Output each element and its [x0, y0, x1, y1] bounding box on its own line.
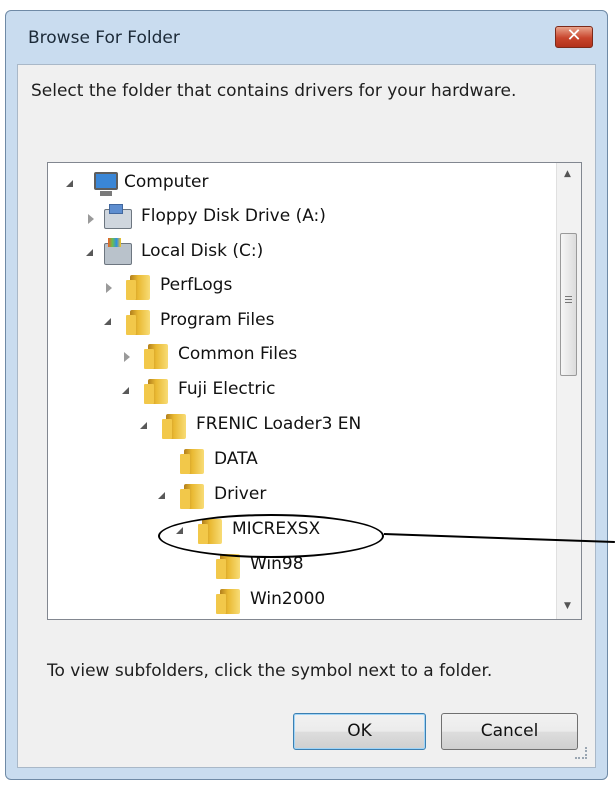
- tree-item-label: Local Disk (C:): [141, 241, 264, 261]
- hint-text: To view subfolders, click the symbol nex…: [47, 661, 493, 681]
- floppy-drive-icon: [104, 204, 132, 229]
- callout-ellipse: [158, 514, 384, 558]
- collapse-arrow-icon[interactable]: [88, 214, 94, 224]
- collapse-arrow-icon[interactable]: [124, 352, 130, 362]
- folder-icon: [162, 414, 186, 439]
- tree-item-label: Common Files: [178, 344, 298, 364]
- tree-item-label: Fuji Electric: [178, 379, 276, 399]
- folder-icon: [126, 275, 150, 300]
- grip-icon: [565, 296, 572, 297]
- tree-item-label: Program Files: [160, 310, 275, 330]
- tree-item-label: Driver: [214, 484, 267, 504]
- expand-arrow-icon[interactable]: [158, 492, 165, 499]
- cancel-button[interactable]: Cancel: [441, 713, 578, 750]
- folder-icon: [126, 310, 150, 335]
- expand-arrow-icon[interactable]: [66, 180, 73, 187]
- scrollbar-thumb[interactable]: [560, 233, 577, 376]
- title-bar[interactable]: Browse For Folder ✕: [6, 11, 607, 61]
- expand-arrow-icon[interactable]: [140, 422, 147, 429]
- tree-item-label: Floppy Disk Drive (A:): [141, 206, 326, 226]
- close-icon: ✕: [566, 25, 582, 46]
- expand-arrow-icon[interactable]: [122, 387, 129, 394]
- scroll-up-icon[interactable]: ▲: [564, 169, 571, 179]
- computer-icon: [94, 172, 118, 196]
- tree-item-label: DATA: [214, 449, 258, 469]
- ok-button[interactable]: OK: [293, 713, 426, 750]
- tree-item-label: Win2000: [250, 589, 326, 609]
- expand-arrow-icon[interactable]: [104, 318, 111, 325]
- folder-icon: [180, 449, 204, 474]
- folder-icon: [180, 484, 204, 509]
- folder-icon: [216, 554, 240, 579]
- window-title: Browse For Folder: [28, 28, 180, 48]
- tree-item-label: Computer: [124, 172, 209, 192]
- instruction-text: Select the folder that contains drivers …: [31, 81, 517, 101]
- folder-icon: [144, 379, 168, 404]
- vertical-scrollbar[interactable]: ▲ ▼: [556, 163, 581, 619]
- folder-icon: [144, 344, 168, 369]
- tree-item-label: PerfLogs: [160, 275, 233, 295]
- close-button[interactable]: ✕: [555, 25, 593, 48]
- local-disk-icon: [104, 238, 132, 265]
- folder-icon: [216, 589, 240, 614]
- scroll-down-icon[interactable]: ▼: [564, 601, 571, 611]
- collapse-arrow-icon[interactable]: [106, 283, 112, 293]
- tree-item-label: FRENIC Loader3 EN: [196, 414, 362, 434]
- expand-arrow-icon[interactable]: [86, 249, 93, 256]
